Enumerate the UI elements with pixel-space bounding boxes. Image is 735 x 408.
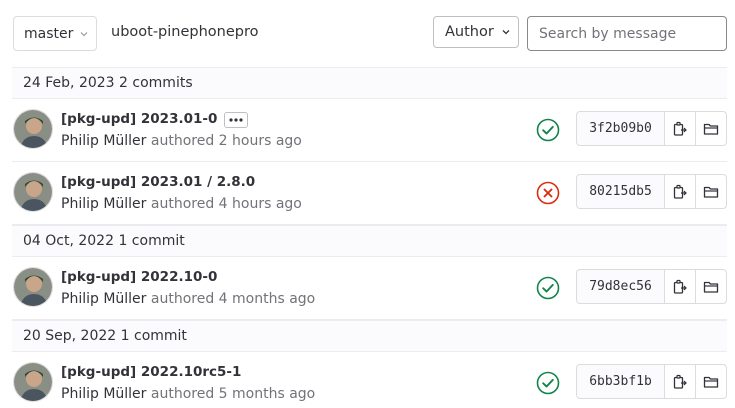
project-path[interactable]: uboot-pinephonepro <box>111 24 259 40</box>
folder-open-icon <box>703 123 719 135</box>
commit-meta: Philip Müller authored 4 months ago <box>61 291 315 307</box>
commit-date-header: 20 Sep, 2022 1 commit <box>12 320 727 352</box>
commit-title[interactable]: [pkg-upd] 2022.10-0 <box>61 269 217 285</box>
folder-open-icon <box>703 186 719 198</box>
commit-sha[interactable]: 3f2b09b0 <box>576 111 665 146</box>
commit-author[interactable]: Philip Müller <box>61 196 146 212</box>
commit-verb: authored <box>150 386 215 402</box>
commits-toolbar: master uboot-pinephonepro Author <box>0 0 735 67</box>
commit-date-header: 24 Feb, 2023 2 commits <box>12 67 727 99</box>
browse-files-button[interactable] <box>696 364 727 399</box>
copy-icon <box>673 279 687 294</box>
commit-sha[interactable]: 6bb3bf1b <box>576 364 665 399</box>
commit-row: [pkg-upd] 2023.01-0 Philip Müller author… <box>12 99 727 162</box>
folder-open-icon <box>703 281 719 293</box>
commit-sha[interactable]: 80215db5 <box>576 174 665 209</box>
commit-meta: Philip Müller authored 5 months ago <box>61 386 315 402</box>
commit-sha-group: 79d8ec56 <box>576 269 727 304</box>
commit-time: 2 hours ago <box>218 133 302 149</box>
commit-verb: authored <box>150 196 215 212</box>
browse-files-button[interactable] <box>696 111 727 146</box>
group-date: 04 Oct, 2022 <box>23 233 114 249</box>
commit-author[interactable]: Philip Müller <box>61 133 146 149</box>
commit-sha-group: 80215db5 <box>576 174 727 209</box>
pipeline-passed-icon[interactable] <box>536 118 560 142</box>
pipeline-passed-icon[interactable] <box>536 371 560 395</box>
toggle-description-button[interactable] <box>224 112 248 128</box>
commit-verb: authored <box>150 133 215 149</box>
commit-title[interactable]: [pkg-upd] 2023.01-0 <box>61 111 217 127</box>
commit-row: [pkg-upd] 2023.01 / 2.8.0 Philip Müller … <box>12 162 727 225</box>
ellipsis-icon <box>229 118 243 122</box>
group-commit-count: 1 commit <box>118 233 185 249</box>
avatar[interactable] <box>13 267 53 307</box>
branch-dropdown[interactable]: master <box>13 16 97 51</box>
commit-time: 4 months ago <box>218 291 316 307</box>
avatar[interactable] <box>13 172 53 212</box>
commit-date-header: 04 Oct, 2022 1 commit <box>12 225 727 257</box>
commit-time: 4 hours ago <box>218 196 302 212</box>
folder-open-icon <box>703 376 719 388</box>
commit-sha-group: 6bb3bf1b <box>576 364 727 399</box>
pipeline-failed-icon[interactable] <box>536 181 560 205</box>
copy-sha-button[interactable] <box>665 111 696 146</box>
copy-icon <box>673 374 687 389</box>
author-filter-dropdown[interactable]: Author <box>433 16 519 48</box>
commit-meta: Philip Müller authored 4 hours ago <box>61 196 302 212</box>
copy-sha-button[interactable] <box>665 269 696 304</box>
group-commit-count: 2 commits <box>119 75 193 91</box>
copy-sha-button[interactable] <box>665 364 696 399</box>
search-by-message-input[interactable] <box>527 16 727 51</box>
commit-author[interactable]: Philip Müller <box>61 291 146 307</box>
author-filter-label: Author <box>445 24 494 40</box>
commit-meta: Philip Müller authored 2 hours ago <box>61 133 302 149</box>
commit-row: [pkg-upd] 2022.10rc5-1 Philip Müller aut… <box>12 352 727 408</box>
branch-label: master <box>24 25 74 42</box>
commit-author[interactable]: Philip Müller <box>61 386 146 402</box>
group-date: 24 Feb, 2023 <box>23 75 115 91</box>
commit-time: 5 months ago <box>218 386 316 402</box>
commit-title[interactable]: [pkg-upd] 2022.10rc5-1 <box>61 364 241 380</box>
browse-files-button[interactable] <box>696 269 727 304</box>
group-date: 20 Sep, 2022 <box>23 328 117 344</box>
commit-sha[interactable]: 79d8ec56 <box>576 269 665 304</box>
chevron-down-icon <box>80 31 88 36</box>
chevron-down-icon <box>502 30 510 35</box>
commit-title[interactable]: [pkg-upd] 2023.01 / 2.8.0 <box>61 174 255 190</box>
commit-row: [pkg-upd] 2022.10-0 Philip Müller author… <box>12 257 727 320</box>
commit-verb: authored <box>150 291 215 307</box>
group-commit-count: 1 commit <box>120 328 187 344</box>
copy-icon <box>673 184 687 199</box>
browse-files-button[interactable] <box>696 174 727 209</box>
avatar[interactable] <box>13 109 53 149</box>
avatar[interactable] <box>13 362 53 402</box>
commit-sha-group: 3f2b09b0 <box>576 111 727 146</box>
pipeline-passed-icon[interactable] <box>536 276 560 300</box>
copy-icon <box>673 121 687 136</box>
copy-sha-button[interactable] <box>665 174 696 209</box>
